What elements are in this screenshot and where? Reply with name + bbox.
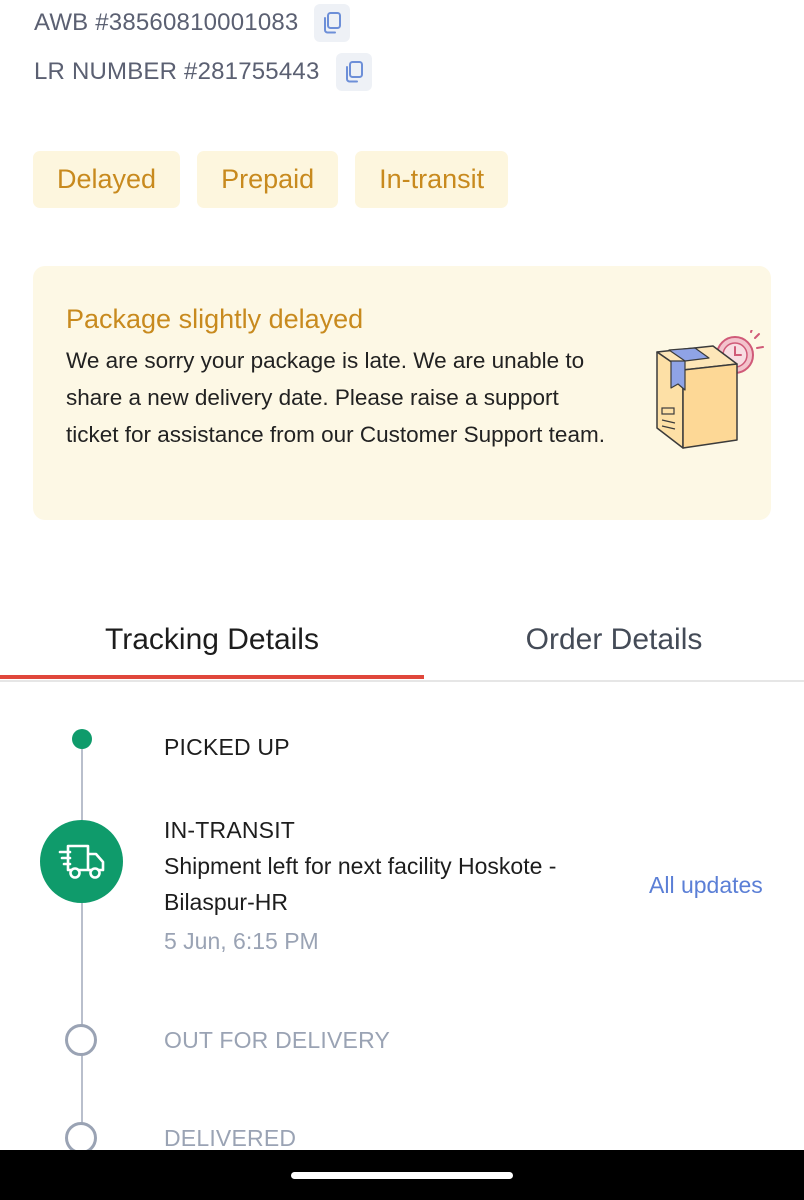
- timeline-track: [81, 740, 83, 1150]
- all-updates-link[interactable]: All updates: [649, 872, 763, 899]
- delayed-package-icon: [656, 330, 764, 449]
- out-for-delivery-ring: [65, 1024, 97, 1056]
- truck-icon: [58, 844, 104, 879]
- picked-up-dot: [72, 729, 92, 749]
- in-transit-marker: [40, 820, 123, 903]
- lr-row: LR NUMBER #281755443: [34, 53, 372, 91]
- step-picked-up: PICKED UP: [164, 734, 290, 760]
- details-tabs: Tracking Details Order Details: [0, 598, 804, 682]
- step-delivered: DELIVERED: [164, 1125, 297, 1151]
- delay-alert: Package slightly delayed We are sorry yo…: [33, 266, 771, 520]
- copy-lr-button[interactable]: [335, 53, 372, 91]
- system-navigation-bar: [0, 1150, 804, 1200]
- active-tab-indicator: [0, 675, 424, 679]
- badge-in-transit: In-transit: [355, 151, 509, 208]
- badge-delayed: Delayed: [33, 151, 181, 208]
- copy-icon: [345, 61, 363, 83]
- in-transit-description: Shipment left for next facility Hoskote …: [164, 853, 557, 915]
- copy-icon: [324, 12, 342, 34]
- lr-number: LR NUMBER #281755443: [34, 58, 320, 85]
- copy-awb-button[interactable]: [314, 4, 351, 42]
- awb-number: AWB #38560810001083: [34, 9, 299, 36]
- alert-title: Package slightly delayed: [66, 304, 364, 334]
- step-out-for-delivery: OUT FOR DELIVERY: [164, 1027, 391, 1053]
- step-in-transit: IN-TRANSIT: [164, 817, 296, 843]
- badge-prepaid: Prepaid: [197, 151, 339, 208]
- home-indicator[interactable]: [291, 1172, 513, 1179]
- alert-message: We are sorry your package is late. We ar…: [66, 348, 605, 447]
- status-badges: Delayed Prepaid In-transit: [33, 151, 509, 208]
- tab-tracking-details[interactable]: Tracking Details: [0, 598, 424, 682]
- tab-order-details[interactable]: Order Details: [424, 598, 804, 682]
- shipment-summary-card: AWB #38560810001083 LR NUMBER #281755443…: [0, 0, 804, 598]
- in-transit-time: 5 Jun, 6:15 PM: [164, 928, 319, 954]
- awb-row: AWB #38560810001083: [34, 4, 351, 42]
